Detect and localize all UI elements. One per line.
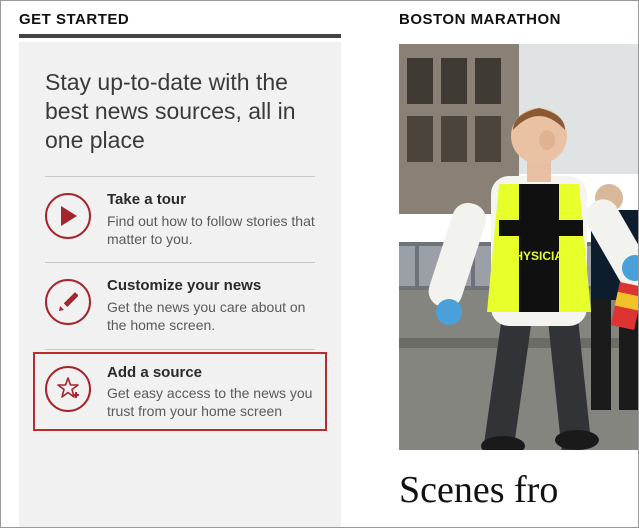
get-started-panel: GET STARTED Stay up-to-date with the bes…: [1, 11, 359, 527]
action-title: Take a tour: [107, 191, 315, 210]
action-title: Customize your news: [107, 277, 315, 296]
hero-image: PHYSICIAN: [399, 44, 638, 450]
story-headline: Scenes fro: [399, 468, 638, 512]
intro-text: Stay up-to-date with the best news sourc…: [45, 68, 315, 154]
customize-news-button[interactable]: Customize your news Get the news you car…: [45, 263, 315, 348]
divider: [45, 349, 315, 350]
svg-text:PHYSICIAN: PHYSICIAN: [506, 249, 571, 263]
divider: [19, 34, 341, 38]
action-text: Take a tour Find out how to follow stori…: [107, 191, 315, 248]
get-started-card: Stay up-to-date with the best news sourc…: [19, 42, 341, 527]
story-panel: BOSTON MARATHON: [359, 11, 638, 527]
star-plus-icon: [45, 366, 91, 412]
action-desc: Get easy access to the news you trust fr…: [107, 384, 315, 420]
section-title: BOSTON MARATHON: [399, 11, 638, 44]
action-text: Add a source Get easy access to the news…: [107, 364, 315, 421]
section-title: GET STARTED: [19, 11, 341, 34]
take-tour-button[interactable]: Take a tour Find out how to follow stori…: [45, 177, 315, 262]
pencil-icon: [45, 279, 91, 325]
add-source-highlight: Add a source Get easy access to the news…: [33, 352, 327, 431]
action-text: Customize your news Get the news you car…: [107, 277, 315, 334]
action-desc: Find out how to follow stories that matt…: [107, 212, 315, 248]
action-desc: Get the news you care about on the home …: [107, 298, 315, 334]
play-icon: [45, 193, 91, 239]
action-title: Add a source: [107, 364, 315, 383]
add-source-button[interactable]: Add a source Get easy access to the news…: [45, 364, 315, 421]
